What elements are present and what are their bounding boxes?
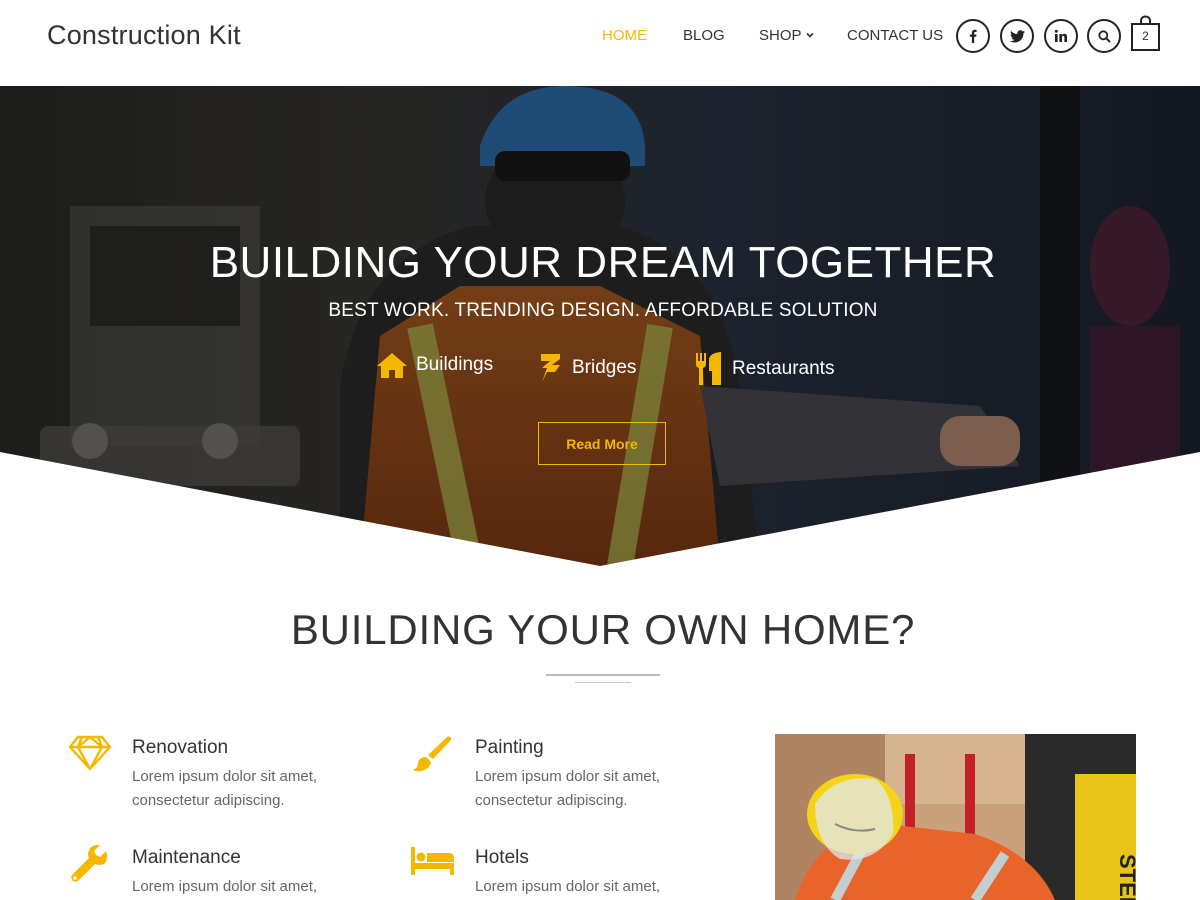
twitter-icon	[1009, 29, 1025, 42]
feature-buildings-label: Buildings	[416, 354, 494, 375]
service-description: Lorem ipsum dolor sit amet, consectetur …	[475, 768, 661, 809]
svg-text:STER: STER	[1115, 854, 1136, 900]
nav-blog[interactable]: BLOG	[683, 27, 725, 45]
paintbrush-icon	[413, 736, 451, 772]
service-title: Hotels	[475, 847, 529, 868]
chevron-down-icon	[805, 32, 814, 38]
service-title: Painting	[475, 737, 544, 758]
feature-buildings: Buildings	[376, 351, 493, 379]
wrench-icon	[71, 845, 108, 882]
read-more-button[interactable]: Read More	[538, 422, 666, 465]
worker-photo: STER	[775, 734, 1136, 900]
hero-background-image	[0, 86, 1200, 566]
feature-restaurants: Restaurants	[694, 351, 834, 387]
worker-photo-image: STER	[775, 734, 1136, 900]
nav-contact-us[interactable]: CONTACT US	[847, 27, 943, 45]
home-icon	[377, 353, 407, 378]
search-icon	[1097, 29, 1111, 43]
bridge-icon	[541, 354, 560, 382]
service-description: Lorem ipsum dolor sit amet, consectetur …	[132, 768, 318, 809]
hero-subtitle: BEST WORK. TRENDING DESIGN. AFFORDABLE S…	[328, 300, 878, 321]
section-title: BUILDING YOUR OWN HOME?	[290, 606, 916, 653]
facebook-button[interactable]	[956, 19, 990, 53]
section-divider	[546, 674, 660, 676]
feature-restaurants-label: Restaurants	[732, 358, 835, 379]
diamond-icon	[68, 735, 112, 771]
nav-home[interactable]: HOME	[602, 27, 647, 45]
service-title: Renovation	[132, 737, 229, 758]
cart-count: 2	[1142, 29, 1149, 43]
site-logo[interactable]: Construction Kit	[47, 20, 241, 51]
service-description: Lorem ipsum dolor sit amet,	[132, 878, 318, 895]
nav-shop[interactable]: SHOP	[759, 27, 815, 45]
feature-bridges-label: Bridges	[572, 357, 637, 378]
linkedin-button[interactable]	[1044, 19, 1078, 53]
service-description: Lorem ipsum dolor sit amet,	[475, 878, 661, 895]
section-divider-small	[575, 682, 631, 683]
service-title: Maintenance	[132, 847, 241, 868]
cart-button[interactable]: 2	[1131, 15, 1160, 55]
search-button[interactable]	[1087, 19, 1121, 53]
linkedin-icon	[1054, 29, 1067, 42]
feature-bridges: Bridges	[538, 351, 636, 385]
bed-icon	[411, 847, 454, 875]
facebook-icon	[969, 29, 977, 43]
hero-title: BUILDING YOUR DREAM TOGETHER	[209, 238, 997, 287]
cutlery-icon	[696, 352, 721, 385]
nav-shop-label: SHOP	[759, 27, 802, 44]
hero-banner: BUILDING YOUR DREAM TOGETHER BEST WORK. …	[0, 86, 1200, 566]
twitter-button[interactable]	[1000, 19, 1034, 53]
site-header: Construction Kit HOME BLOG SHOP CONTACT …	[0, 0, 1200, 86]
